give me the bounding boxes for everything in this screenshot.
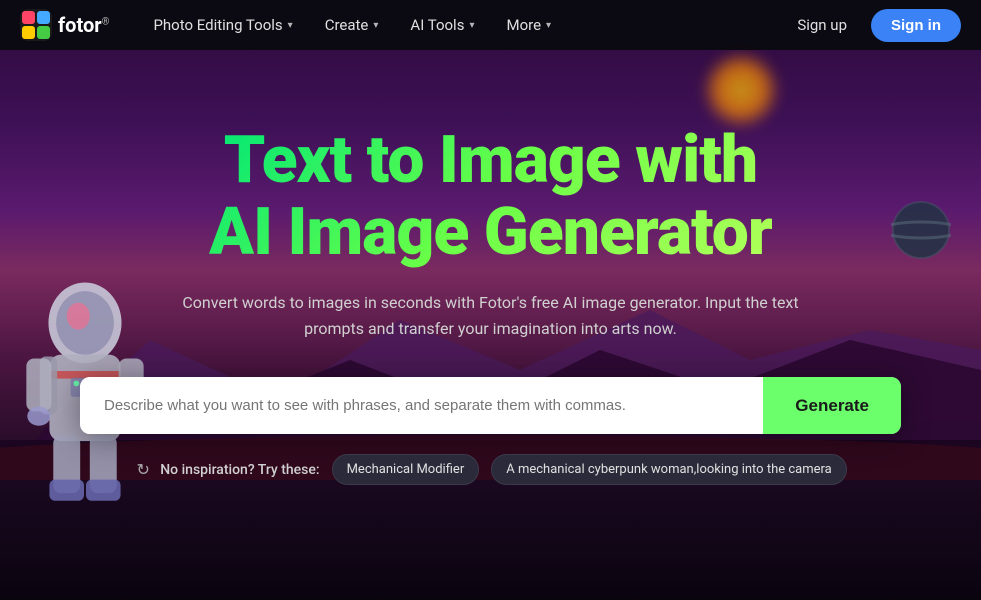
- hero-subtitle: Convert words to images in seconds with …: [151, 290, 831, 341]
- nav-item-more[interactable]: More ▾: [492, 8, 565, 42]
- suggestion-chip-1[interactable]: A mechanical cyberpunk woman,looking int…: [491, 454, 847, 485]
- logo-icon: [20, 9, 52, 41]
- hero-title: Text to Image with AI Image Generator: [209, 125, 772, 270]
- chevron-down-icon: ▾: [288, 20, 293, 31]
- chevron-down-icon: ▾: [546, 20, 551, 31]
- nav-item-photo-editing[interactable]: Photo Editing Tools ▾: [139, 8, 306, 42]
- navbar: fotor® Photo Editing Tools ▾ Create ▾ AI…: [0, 0, 981, 50]
- prompt-input[interactable]: [80, 377, 763, 434]
- refresh-icon[interactable]: ↻: [134, 461, 152, 479]
- hero-content: Text to Image with AI Image Generator Co…: [0, 50, 981, 600]
- logo[interactable]: fotor®: [20, 9, 109, 41]
- prompt-search-bar: Generate: [80, 377, 901, 434]
- suggestion-chip-0[interactable]: Mechanical Modifier: [332, 454, 480, 485]
- logo-text: fotor®: [58, 13, 109, 37]
- nav-auth: Sign up Sign in: [785, 9, 961, 42]
- nav-items: Photo Editing Tools ▾ Create ▾ AI Tools …: [139, 8, 785, 42]
- signup-button[interactable]: Sign up: [785, 10, 859, 40]
- inspiration-row: ↻ No inspiration? Try these: Mechanical …: [134, 454, 847, 485]
- chevron-down-icon: ▾: [469, 20, 474, 31]
- signin-button[interactable]: Sign in: [871, 9, 961, 42]
- inspiration-label: ↻ No inspiration? Try these:: [134, 461, 319, 479]
- generate-button[interactable]: Generate: [763, 377, 901, 434]
- nav-item-ai-tools[interactable]: AI Tools ▾: [396, 8, 488, 42]
- nav-item-create[interactable]: Create ▾: [311, 8, 393, 42]
- chevron-down-icon: ▾: [373, 20, 378, 31]
